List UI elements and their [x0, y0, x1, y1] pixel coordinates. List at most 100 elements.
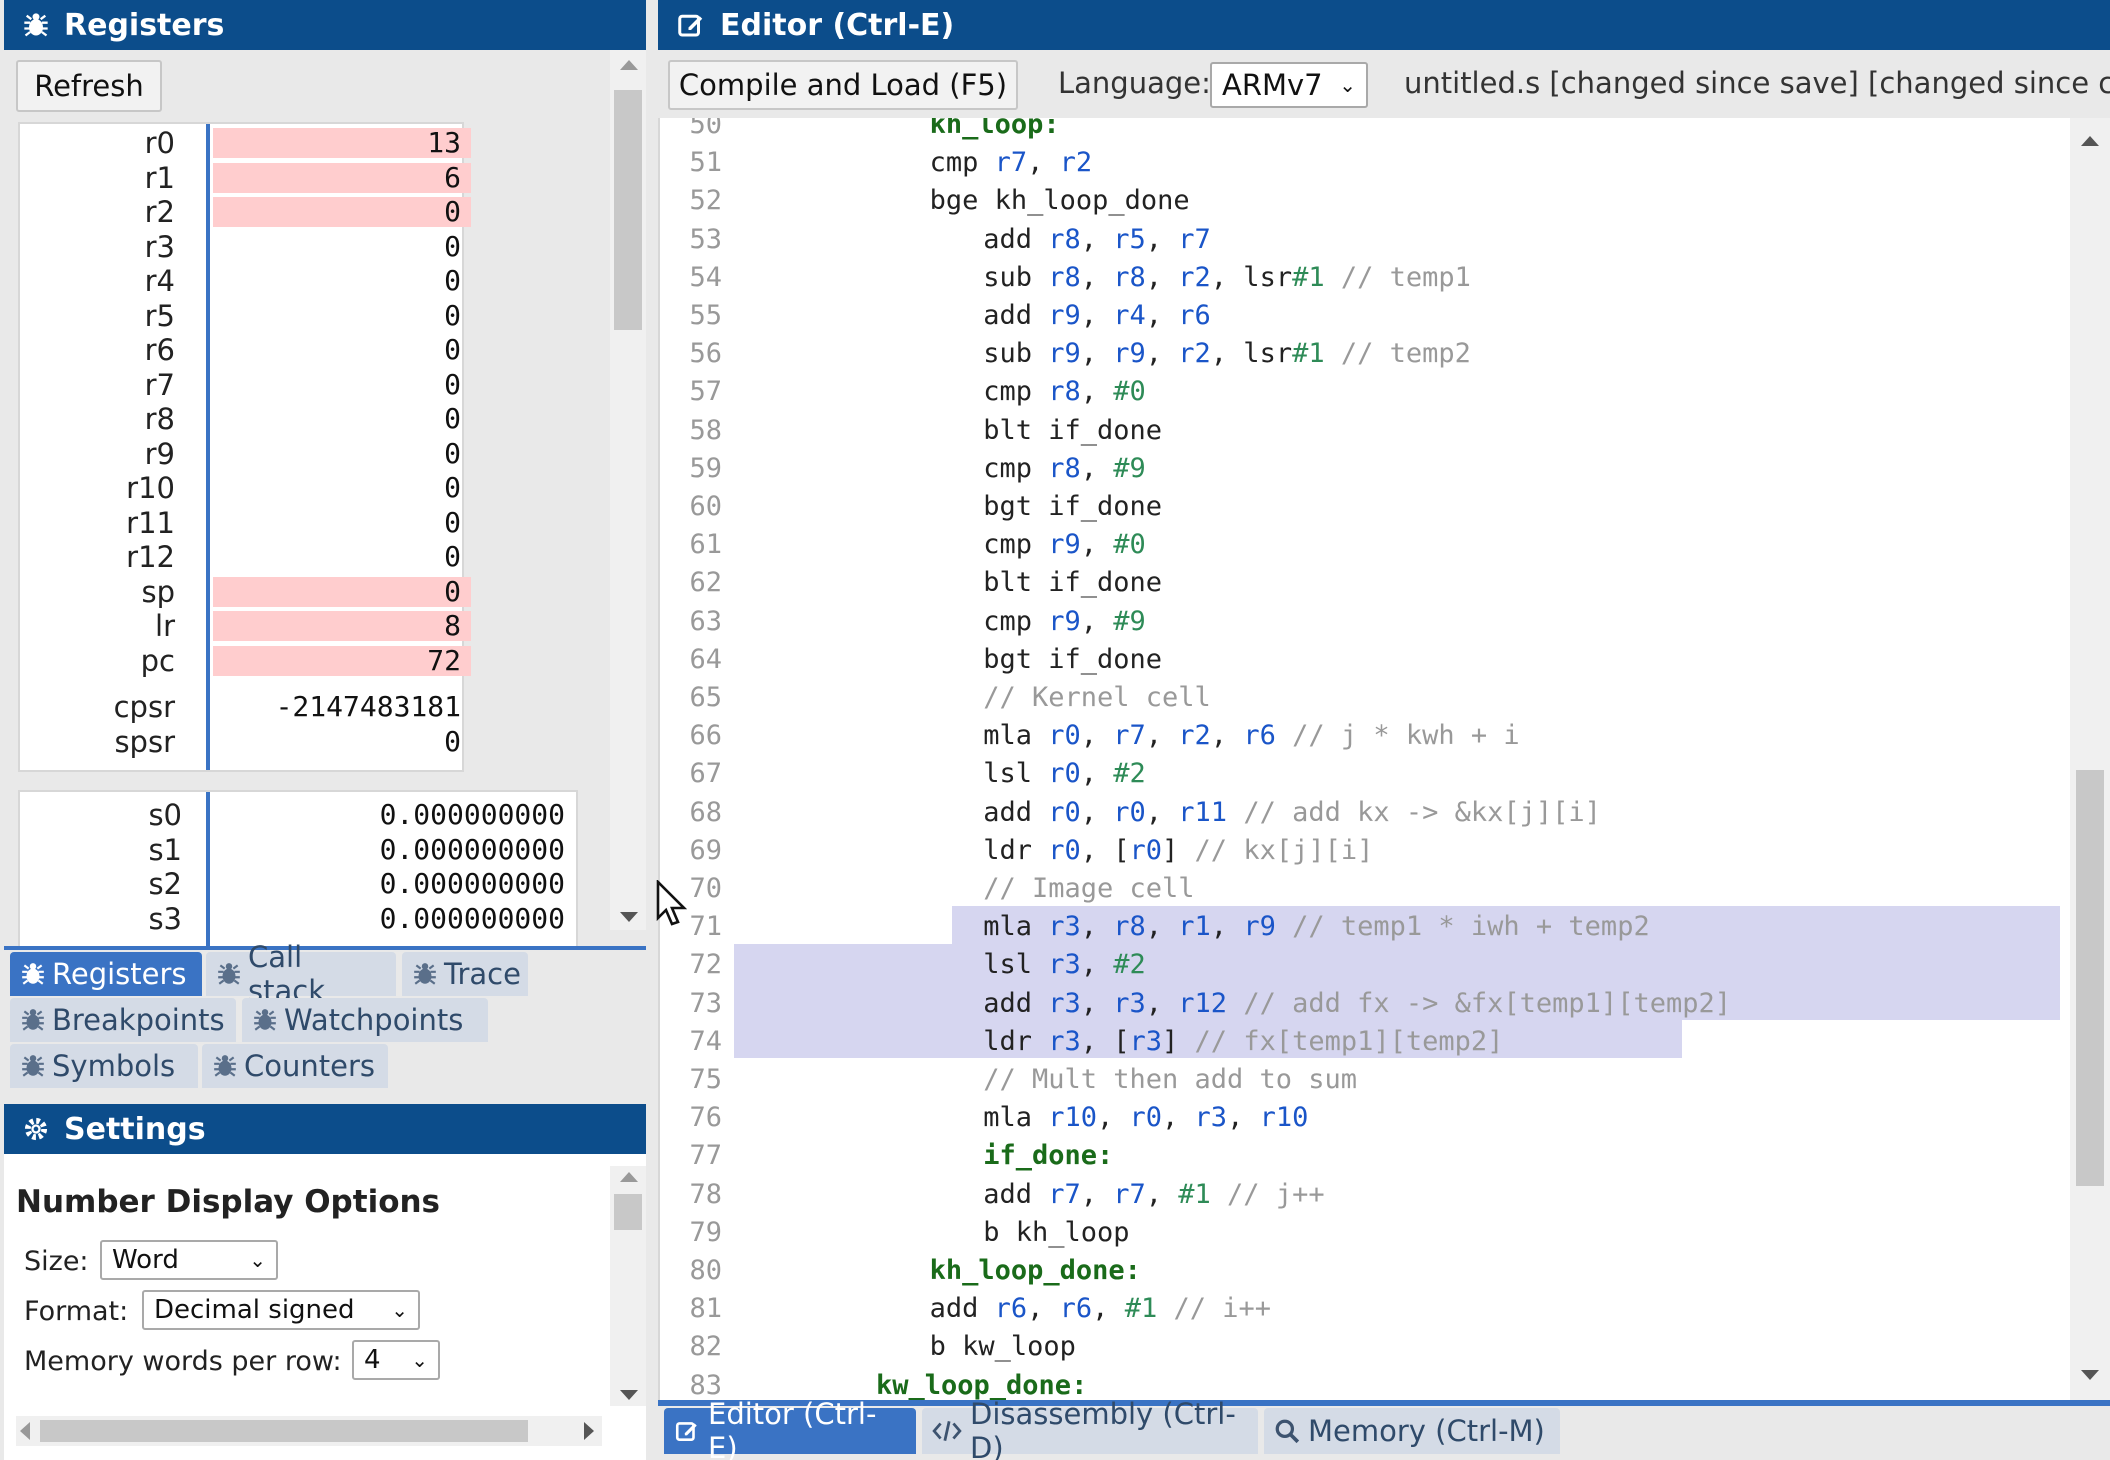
scroll-up-arrow[interactable] [620, 1172, 638, 1182]
scroll-down-arrow[interactable] [620, 912, 638, 922]
code-line[interactable]: 68 add r0, r0, r11 // add kx -> &kx[j][i] [660, 794, 2070, 832]
register-value[interactable]: 8 [213, 611, 471, 642]
fp-register-value[interactable]: 0.000000000 [220, 798, 575, 832]
file-status: untitled.s [changed since save] [changed… [1404, 66, 2110, 100]
scroll-left-arrow[interactable] [20, 1422, 30, 1440]
code-line[interactable]: 78 add r7, r7, #1 // j++ [660, 1176, 2070, 1214]
left-tab-counters[interactable]: Counters [202, 1044, 388, 1088]
register-name: r2 [144, 195, 175, 230]
editor-scrollbar[interactable] [2070, 118, 2110, 1400]
code-line[interactable]: 73 add r3, r3, r12 // add fx -> &fx[temp1… [660, 985, 2070, 1023]
scroll-thumb[interactable] [2076, 770, 2104, 1186]
fp-register-value[interactable]: 0.000000000 [220, 833, 575, 867]
code-line[interactable]: 52 bge kh_loop_done [660, 182, 2070, 220]
settings-scrollbar[interactable] [610, 1166, 646, 1406]
code-line[interactable]: 67 lsl r0, #2 [660, 755, 2070, 793]
code-line[interactable]: 69 ldr r0, [r0] // kx[j][i] [660, 832, 2070, 870]
register-value[interactable]: 0 [213, 369, 471, 400]
scroll-down-arrow[interactable] [2081, 1370, 2099, 1380]
code-line[interactable]: 54 sub r8, r8, r2, lsr#1 // temp1 [660, 259, 2070, 297]
code-line[interactable]: 59 cmp r8, #9 [660, 450, 2070, 488]
refresh-button[interactable]: Refresh [16, 60, 162, 112]
code-line[interactable]: 74 ldr r3, [r3] // fx[temp1][temp2] [660, 1023, 2070, 1061]
code-line[interactable]: 58 blt if_done [660, 412, 2070, 450]
memory-words-select[interactable]: 4 ⌄ [352, 1340, 440, 1380]
code-line[interactable]: 76 mla r10, r0, r3, r10 [660, 1099, 2070, 1137]
register-value[interactable]: 0 [213, 576, 471, 607]
code-line[interactable]: 81 add r6, r6, #1 // i++ [660, 1290, 2070, 1328]
code-line[interactable]: 64 bgt if_done [660, 641, 2070, 679]
fp-register-value[interactable]: 0.000000000 [220, 867, 575, 901]
left-tab-trace[interactable]: Trace [402, 952, 528, 996]
code-token: r0 [1048, 834, 1081, 866]
language-select[interactable]: ARMv7 ⌄ [1210, 62, 1368, 108]
scroll-up-arrow[interactable] [620, 60, 638, 70]
code-line[interactable]: 70// Image cell [660, 870, 2070, 908]
code-token: r10 [1259, 1102, 1309, 1134]
scroll-thumb[interactable] [614, 90, 642, 330]
bottom-tab-editor[interactable]: Editor (Ctrl-E) [664, 1397, 916, 1460]
left-tab-breakpoints[interactable]: Breakpoints [10, 998, 236, 1042]
bottom-tab-disassembly[interactable]: Disassembly (Ctrl-D) [922, 1397, 1258, 1460]
code-line[interactable]: 77 if_done: [660, 1137, 2070, 1175]
register-value[interactable]: 0 [213, 231, 471, 262]
size-select[interactable]: Word ⌄ [100, 1240, 278, 1280]
bottom-tab-memory[interactable]: Memory (Ctrl-M) [1264, 1408, 1560, 1454]
scroll-up-arrow[interactable] [2081, 136, 2099, 146]
code-token: r7 [1178, 223, 1211, 255]
compile-and-load-button[interactable]: Compile and Load (F5) [668, 60, 1018, 110]
register-value[interactable]: 0 [213, 300, 471, 331]
register-value[interactable]: 0 [213, 197, 471, 228]
register-value[interactable]: 0 [213, 404, 471, 434]
pane-splitter[interactable] [646, 0, 658, 1460]
code-line[interactable]: 79 b kh_loop [660, 1214, 2070, 1252]
code-line[interactable]: 65 // Kernel cell [660, 679, 2070, 717]
register-name: r1 [144, 160, 175, 195]
code-line[interactable]: 71 mla r3, r8, r1, r9 // temp1 * iwh + te… [660, 908, 2070, 946]
register-name: lr [155, 609, 175, 644]
code-token: r10 [1048, 1102, 1097, 1134]
left-tab-watchpoints[interactable]: Watchpoints [242, 998, 488, 1042]
code-token: r8 [1113, 261, 1146, 293]
register-value[interactable]: 0 [213, 335, 471, 365]
register-value[interactable]: 0 [213, 438, 471, 469]
code-line[interactable]: 75 // Mult then add to sum [660, 1061, 2070, 1099]
left-tab-registers[interactable]: Registers [10, 952, 202, 996]
register-value[interactable]: -2147483181 [213, 692, 471, 722]
scroll-down-arrow[interactable] [620, 1390, 638, 1400]
code-line[interactable]: 82 b kw_loop [660, 1328, 2070, 1366]
code-line[interactable]: 55 add r9, r4, r6 [660, 297, 2070, 335]
register-value[interactable]: 0 [213, 542, 471, 572]
register-value[interactable]: 13 [213, 128, 471, 158]
register-value[interactable]: 0 [213, 726, 471, 757]
scroll-right-arrow[interactable] [584, 1422, 594, 1440]
register-value[interactable]: 0 [213, 266, 471, 296]
code-line[interactable]: 72 lsl r3, #2 [660, 946, 2070, 984]
code-token: r6 [994, 1293, 1028, 1325]
code-line[interactable]: 61 cmp r9, #0 [660, 526, 2070, 564]
code-line[interactable]: 83 kw_loop_done: [660, 1367, 2070, 1400]
code-line[interactable]: 62 blt if_done [660, 564, 2070, 602]
code-line[interactable]: 53 add r8, r5, r7 [660, 221, 2070, 259]
code-line[interactable]: 57 cmp r8, #0 [660, 373, 2070, 411]
scroll-thumb[interactable] [40, 1420, 528, 1442]
code-line[interactable]: 66 mla r0, r7, r2, r6 // j * kwh + i [660, 717, 2070, 755]
code-line[interactable]: 63 cmp r9, #9 [660, 603, 2070, 641]
format-select[interactable]: Decimal signed ⌄ [142, 1290, 420, 1330]
code-line[interactable]: 50 kh_loop: [660, 118, 2070, 144]
code-line[interactable]: 60 bgt if_done [660, 488, 2070, 526]
code-line[interactable]: 51 cmp r7, r2 [660, 144, 2070, 182]
code-line[interactable]: 56 sub r9, r9, r2, lsr#1 // temp2 [660, 335, 2070, 373]
register-value[interactable]: 72 [213, 645, 471, 676]
register-value[interactable]: 0 [213, 507, 471, 538]
registers-scrollbar[interactable] [610, 50, 646, 930]
register-value[interactable]: 0 [213, 473, 471, 503]
scroll-thumb[interactable] [614, 1194, 642, 1230]
left-tab-call-stack[interactable]: Call stack [206, 940, 396, 1008]
code-editor[interactable]: 50 kh_loop: 51 cmp r7, r2 52 bge kh_loop_done… [658, 118, 2110, 1400]
settings-horizontal-scrollbar[interactable] [16, 1416, 602, 1446]
left-tab-symbols[interactable]: Symbols [10, 1044, 198, 1088]
fp-register-value[interactable]: 0.000000000 [220, 902, 575, 936]
code-line[interactable]: 80 kh_loop_done: [660, 1252, 2070, 1290]
register-value[interactable]: 6 [213, 162, 471, 193]
